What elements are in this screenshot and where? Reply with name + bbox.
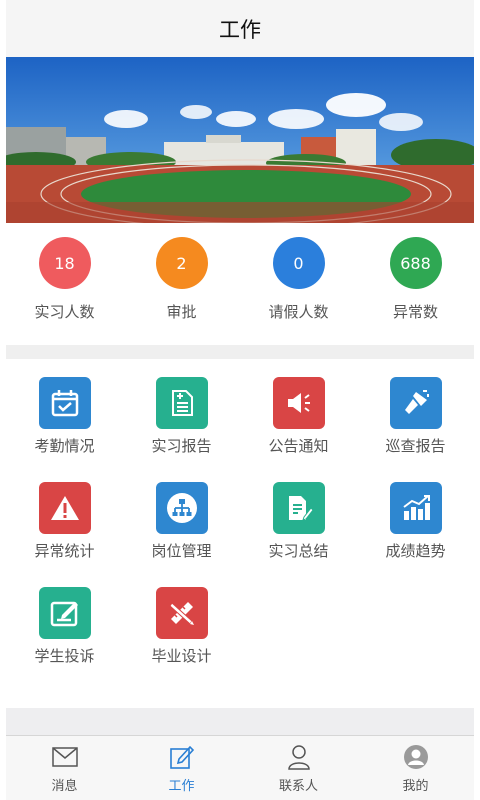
grid-item-label: 成绩趋势 (385, 542, 446, 560)
ruler-pencil-icon (155, 587, 208, 639)
grid-item-intern-report[interactable]: 实习报告 (123, 359, 240, 464)
grid-item-label: 公告通知 (268, 437, 329, 455)
grid-item-label: 毕业设计 (151, 647, 212, 665)
megaphone-icon (272, 377, 325, 429)
grid-item-grade-trend[interactable]: 成绩趋势 (357, 464, 474, 569)
app-frame: 工作 18 实习人数 2 审批 0 请假人数 688 异常数 考勤情况 实习报告… (6, 0, 474, 800)
grid-item-label: 实习总结 (268, 542, 329, 560)
grid-item-label: 岗位管理 (151, 542, 212, 560)
grid-item-label: 实习报告 (151, 437, 212, 455)
tab-messages[interactable]: 消息 (6, 736, 123, 800)
tab-work[interactable]: 工作 (123, 736, 240, 800)
stat-approvals[interactable]: 2 审批 (123, 223, 240, 345)
stat-interns[interactable]: 18 实习人数 (6, 223, 123, 345)
grid-item-label: 学生投诉 (34, 647, 95, 665)
stat-label: 实习人数 (34, 303, 95, 321)
stat-label: 请假人数 (268, 303, 329, 321)
grid-item-inspection-report[interactable]: 巡查报告 (357, 359, 474, 464)
grid-item-student-complaint[interactable]: 学生投诉 (6, 569, 123, 674)
edit-icon (169, 744, 195, 770)
org-chart-icon (155, 482, 208, 534)
grid-item-anomaly-stats[interactable]: 异常统计 (6, 464, 123, 569)
banner-illustration (6, 57, 474, 223)
grid-item-announcement[interactable]: 公告通知 (240, 359, 357, 464)
stat-badge: 0 (272, 237, 325, 289)
bar-chart-trend-icon (389, 482, 442, 534)
bottom-divider (6, 708, 474, 735)
bottom-tab-bar: 消息 工作 联系人 我的 (6, 735, 474, 800)
tab-label: 工作 (168, 779, 195, 794)
stat-leave[interactable]: 0 请假人数 (240, 223, 357, 345)
document-edit-icon (272, 482, 325, 534)
header-bar: 工作 (6, 0, 474, 57)
stat-badge: 688 (389, 237, 442, 289)
grid-item-attendance[interactable]: 考勤情况 (6, 359, 123, 464)
stats-row: 18 实习人数 2 审批 0 请假人数 688 异常数 (6, 223, 474, 345)
grid-item-position-management[interactable]: 岗位管理 (123, 464, 240, 569)
stat-anomalies[interactable]: 688 异常数 (357, 223, 474, 345)
grid-item-label: 异常统计 (34, 542, 95, 560)
flashlight-icon (389, 377, 442, 429)
tab-label: 联系人 (278, 779, 318, 794)
tab-profile[interactable]: 我的 (357, 736, 474, 800)
tab-label: 消息 (51, 779, 78, 794)
document-add-icon (155, 377, 208, 429)
page-title: 工作 (219, 17, 261, 42)
envelope-icon (51, 744, 78, 770)
stat-label: 异常数 (392, 303, 438, 321)
grid-item-label: 考勤情况 (34, 437, 95, 455)
edit-box-icon (38, 587, 91, 639)
warning-icon (38, 482, 91, 534)
grid-item-intern-summary[interactable]: 实习总结 (240, 464, 357, 569)
calendar-check-icon (38, 377, 91, 429)
stat-badge: 2 (155, 237, 208, 289)
grid-item-label: 巡查报告 (385, 437, 446, 455)
grid-item-graduation-design[interactable]: 毕业设计 (123, 569, 240, 674)
avatar-icon (403, 744, 429, 770)
stat-badge: 18 (38, 237, 91, 289)
tab-label: 我的 (402, 779, 429, 794)
person-icon (287, 744, 311, 770)
section-divider (6, 345, 474, 359)
function-grid: 考勤情况 实习报告 公告通知 巡查报告 异常统计 岗位管理 实习总结 成绩趋势 … (6, 359, 474, 709)
tab-contacts[interactable]: 联系人 (240, 736, 357, 800)
stat-label: 审批 (166, 303, 197, 321)
campus-banner-image[interactable] (6, 57, 474, 223)
